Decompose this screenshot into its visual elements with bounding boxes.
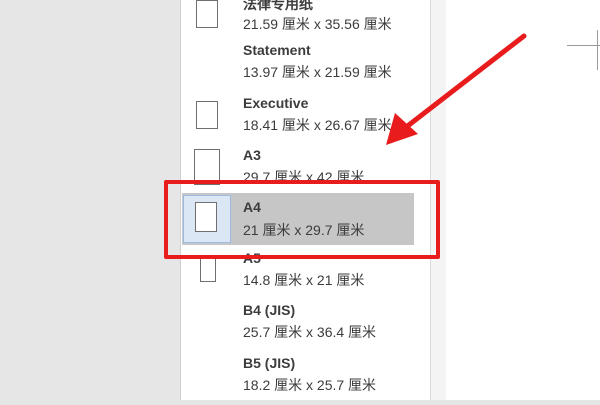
annotation-arrow-icon xyxy=(386,33,527,145)
